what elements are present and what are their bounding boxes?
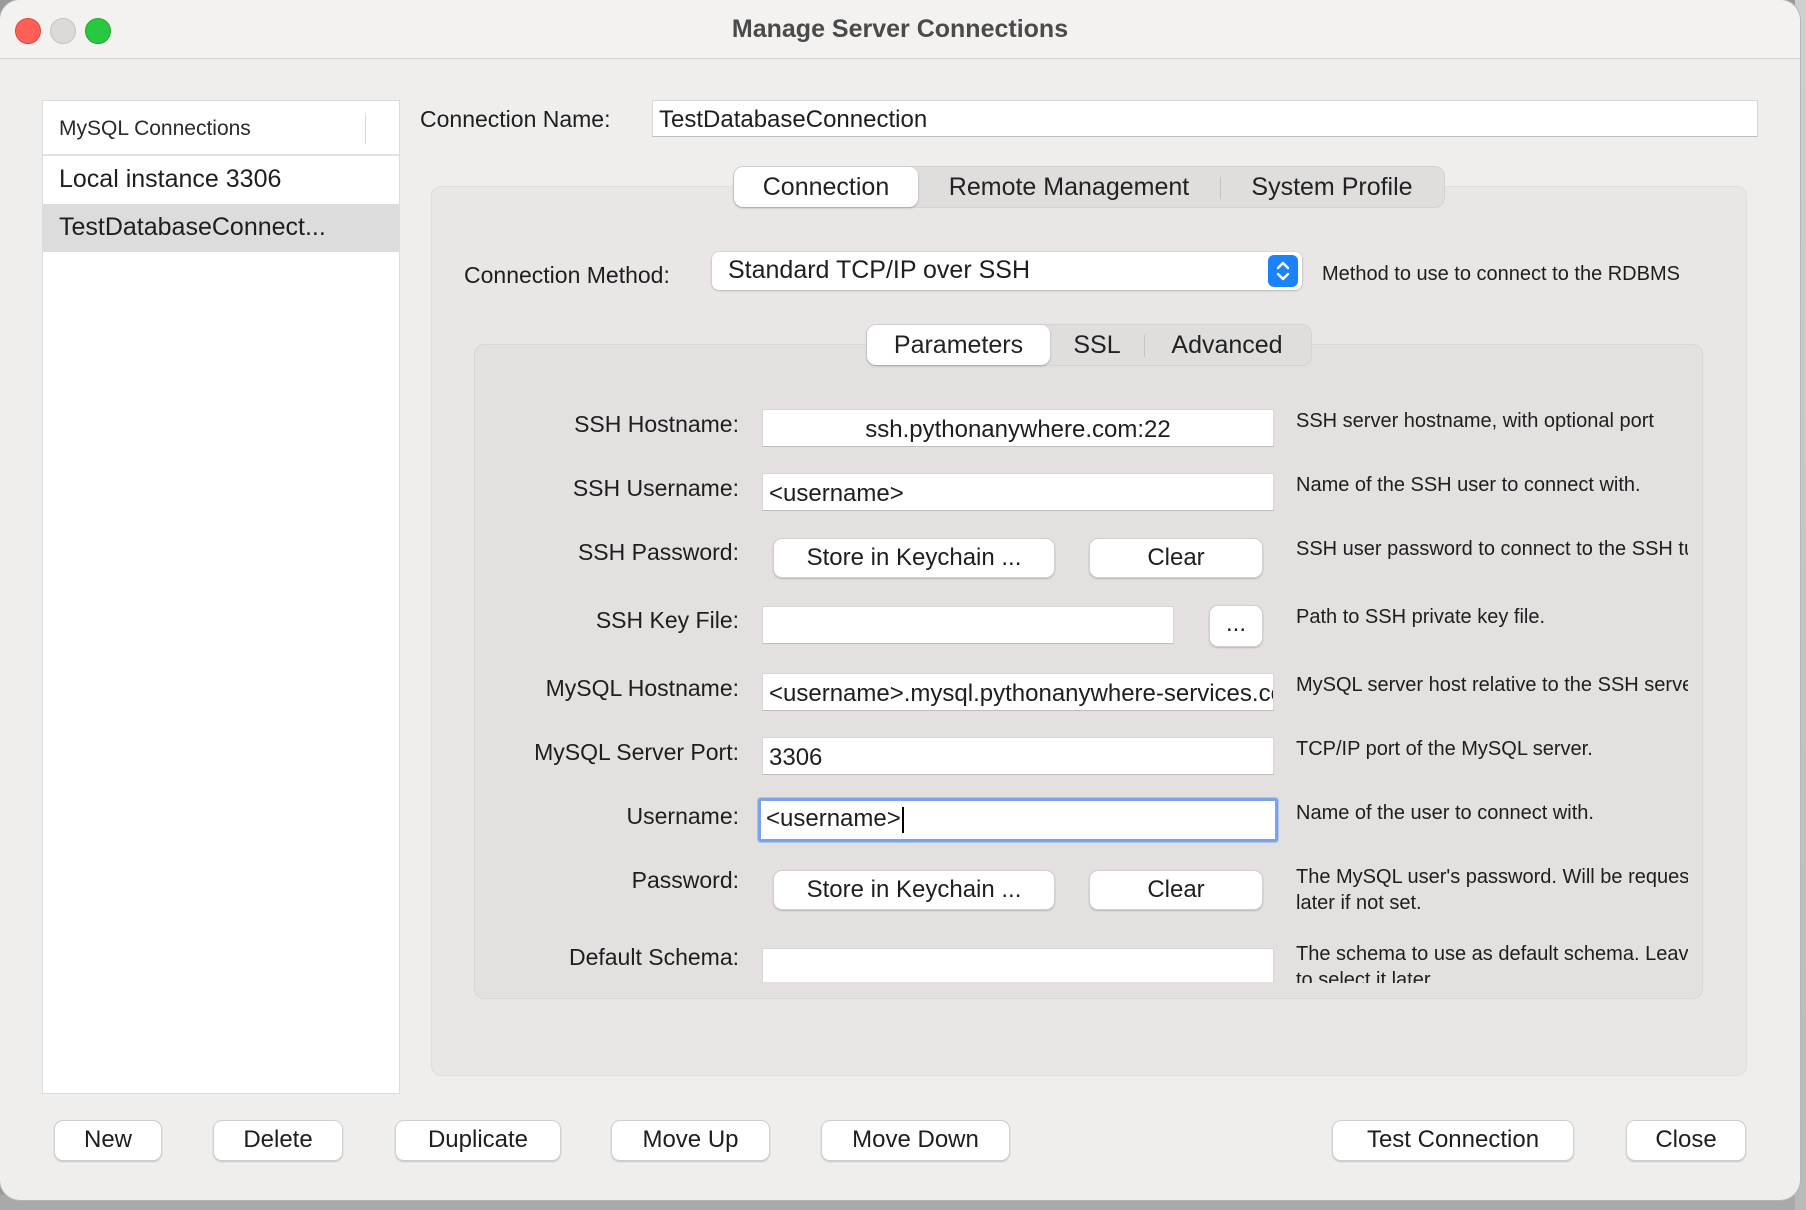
password-store-button[interactable]: Store in Keychain ... (773, 870, 1055, 910)
browse-key-file-button[interactable]: ... (1209, 605, 1263, 647)
password-help: The MySQL user's password. Will be reque… (1296, 864, 1688, 916)
connection-list-item[interactable]: Local instance 3306 (43, 156, 399, 204)
connection-method-help: Method to use to connect to the RDBMS (1322, 263, 1680, 285)
column-separator (365, 114, 366, 144)
tab-connection[interactable]: Connection (734, 167, 918, 207)
default-schema-help-line1: The schema to use as default schema. Lea… (1296, 943, 1688, 965)
username-help: Name of the user to connect with. (1296, 802, 1594, 824)
ssh-key-file-label: SSH Key File: (595, 607, 739, 633)
connection-name-label: Connection Name: (420, 106, 611, 132)
select-stepper-icon (1268, 255, 1298, 287)
ssh-password-help: SSH user password to connect to the SSH … (1296, 538, 1688, 560)
ssh-username-label: SSH Username: (572, 475, 739, 501)
duplicate-button[interactable]: Duplicate (395, 1120, 561, 1161)
delete-button[interactable]: Delete (213, 1120, 343, 1161)
connections-list-header-label: MySQL Connections (59, 117, 251, 140)
main-tabs: Connection Remote Management System Prof… (733, 166, 1445, 208)
connections-list: MySQL Connections Local instance 3306 Te… (42, 100, 400, 1094)
connection-method-value: Standard TCP/IP over SSH (728, 256, 1031, 284)
mysql-hostname-label: MySQL Hostname: (545, 675, 739, 701)
ssh-username-input[interactable]: <username> (762, 473, 1274, 511)
new-button[interactable]: New (54, 1120, 162, 1161)
ssh-hostname-help: SSH server hostname, with optional port (1296, 410, 1654, 432)
ssh-password-store-button[interactable]: Store in Keychain ... (773, 538, 1055, 578)
mysql-port-label: MySQL Server Port: (534, 739, 739, 765)
connection-list-item-selected[interactable]: TestDatabaseConnect... (43, 204, 399, 252)
ssh-hostname-input[interactable]: ssh.pythonanywhere.com:22 (762, 409, 1274, 447)
move-up-button[interactable]: Move Up (611, 1120, 770, 1161)
tab-ssl[interactable]: SSL (1050, 325, 1144, 365)
default-schema-help: The schema to use as default schema. Lea… (1296, 941, 1688, 983)
text-caret (901, 806, 904, 833)
password-help-line2: later if not set. (1296, 892, 1422, 914)
tab-advanced[interactable]: Advanced (1145, 325, 1309, 365)
ssh-key-file-input[interactable] (762, 606, 1174, 644)
default-schema-input[interactable] (762, 948, 1274, 982)
default-schema-label: Default Schema: (568, 944, 739, 970)
default-schema-help-line2: to select it later. (1296, 969, 1435, 983)
tab-remote-management[interactable]: Remote Management (918, 167, 1220, 207)
mysql-hostname-input[interactable]: <username>.mysql.pythonanywhere-services… (762, 673, 1274, 711)
connection-method-select[interactable]: Standard TCP/IP over SSH (712, 252, 1302, 290)
title-bar: Manage Server Connections (0, 0, 1800, 59)
ssh-password-label: SSH Password: (577, 539, 739, 565)
username-input[interactable]: <username> (758, 798, 1278, 842)
password-help-line1: The MySQL user's password. Will be reque… (1296, 866, 1688, 888)
connection-method-label: Connection Method: (464, 262, 670, 288)
connection-list-item-label: TestDatabaseConnect... (59, 213, 326, 241)
move-down-button[interactable]: Move Down (821, 1120, 1010, 1161)
ssh-password-clear-button[interactable]: Clear (1089, 538, 1263, 578)
window-title: Manage Server Connections (731, 15, 1069, 43)
tab-system-profile[interactable]: System Profile (1221, 167, 1443, 207)
connection-list-item-label: Local instance 3306 (59, 165, 282, 193)
connections-list-header[interactable]: MySQL Connections (43, 101, 399, 156)
password-clear-button[interactable]: Clear (1089, 870, 1263, 910)
test-connection-button[interactable]: Test Connection (1332, 1120, 1574, 1161)
mysql-port-help: TCP/IP port of the MySQL server. (1296, 738, 1593, 760)
mysql-hostname-help: MySQL server host relative to the SSH se… (1296, 674, 1688, 696)
password-label: Password: (631, 867, 739, 893)
connection-name-input[interactable]: TestDatabaseConnection (652, 100, 1758, 137)
ssh-key-file-help: Path to SSH private key file. (1296, 606, 1546, 628)
close-button[interactable]: Close (1626, 1120, 1746, 1161)
ssh-hostname-label: SSH Hostname: (574, 411, 739, 437)
ssh-username-help: Name of the SSH user to connect with. (1296, 474, 1641, 496)
mysql-port-input[interactable]: 3306 (762, 737, 1274, 775)
parameter-tabs: Parameters SSL Advanced (866, 324, 1312, 366)
manage-server-connections-window: Manage Server Connections MySQL Connecti… (0, 0, 1800, 1200)
tab-parameters[interactable]: Parameters (867, 325, 1050, 365)
username-label: Username: (626, 803, 739, 829)
username-value: <username> (766, 805, 901, 832)
